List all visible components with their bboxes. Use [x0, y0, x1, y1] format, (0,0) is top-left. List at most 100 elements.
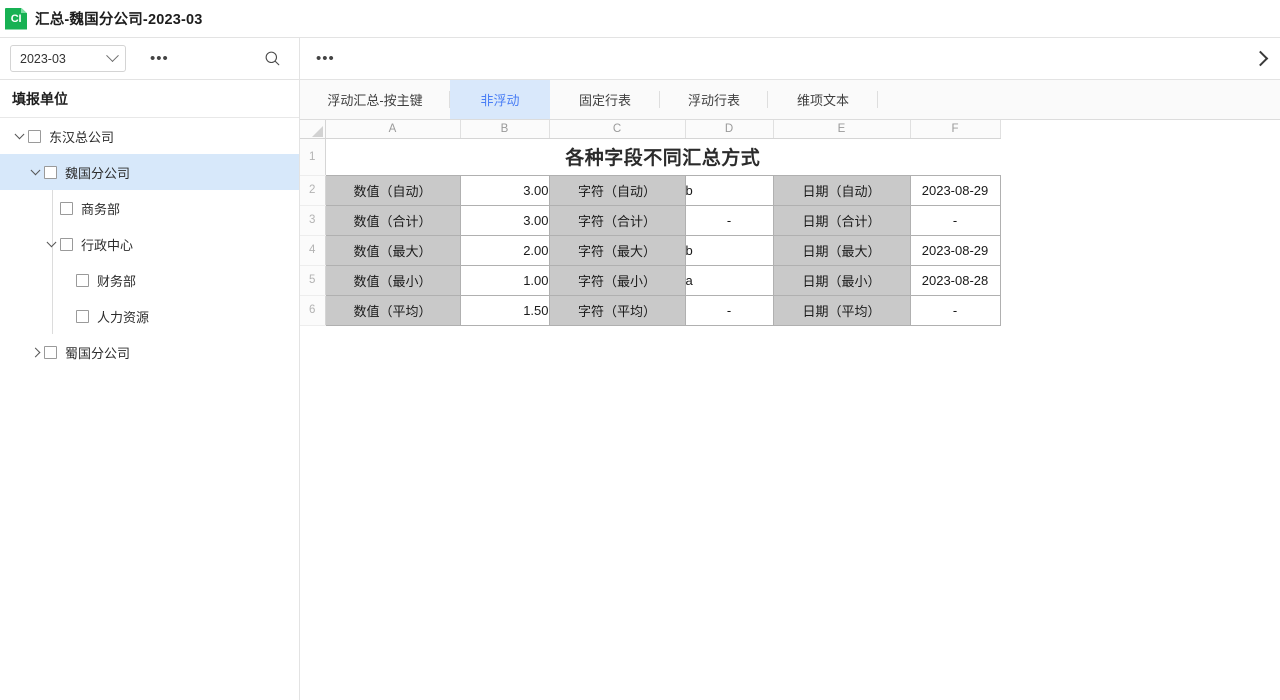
- tree-item-1[interactable]: 魏国分公司: [0, 154, 299, 190]
- row-header-3[interactable]: 3: [300, 205, 325, 235]
- cell-E3[interactable]: 日期（合计）: [773, 205, 910, 235]
- tree-twisty-placeholder: [58, 307, 76, 325]
- toolbar-right-section: •••: [300, 38, 1280, 79]
- chevron-down-icon: [106, 49, 119, 62]
- tab-label: 浮动汇总-按主键: [327, 90, 422, 109]
- sheet-title-cell[interactable]: 各种字段不同汇总方式: [325, 138, 1000, 175]
- sheet-row-6: 6数值（平均）1.50字符（平均）-日期（平均）-: [300, 295, 1000, 325]
- expand-panel-button[interactable]: [1255, 53, 1266, 64]
- cell-A6[interactable]: 数值（平均）: [325, 295, 460, 325]
- spreadsheet-grid[interactable]: ABCDEF 1各种字段不同汇总方式2数值（自动）3.00字符（自动）b日期（自…: [300, 120, 1280, 700]
- tree-item-label: 商务部: [81, 199, 120, 218]
- sheet-row-5: 5数值（最小）1.00字符（最小）a日期（最小）2023-08-28: [300, 265, 1000, 295]
- column-header-B[interactable]: B: [460, 120, 549, 138]
- column-header-D[interactable]: D: [685, 120, 773, 138]
- row-header-6[interactable]: 6: [300, 295, 325, 325]
- body-container: 填报单位 东汉总公司魏国分公司商务部行政中心财务部人力资源蜀国分公司 浮动汇总-…: [0, 80, 1280, 700]
- cell-E4[interactable]: 日期（最大）: [773, 235, 910, 265]
- cell-A2[interactable]: 数值（自动）: [325, 175, 460, 205]
- cell-C4[interactable]: 字符（最大）: [549, 235, 685, 265]
- more-options-button-right[interactable]: •••: [316, 51, 335, 66]
- cell-B3[interactable]: 3.00: [460, 205, 549, 235]
- cell-B5[interactable]: 1.00: [460, 265, 549, 295]
- tree-item-2[interactable]: 商务部: [0, 190, 299, 226]
- column-header-F[interactable]: F: [910, 120, 1000, 138]
- sheet-row-4: 4数值（最大）2.00字符（最大）b日期（最大）2023-08-29: [300, 235, 1000, 265]
- more-options-button-left[interactable]: •••: [150, 51, 169, 66]
- chevron-down-icon[interactable]: [42, 235, 60, 253]
- main-panel: 浮动汇总-按主键 非浮动 固定行表 浮动行表 维项文本 ABCDEF 1各种字段不同汇总…: [300, 80, 1280, 700]
- column-header-E[interactable]: E: [773, 120, 910, 138]
- tree-twisty-placeholder: [58, 271, 76, 289]
- tree-item-checkbox[interactable]: [60, 238, 73, 251]
- cell-B4[interactable]: 2.00: [460, 235, 549, 265]
- cell-D2[interactable]: b: [685, 175, 773, 205]
- title-bar: CI 汇总-魏国分公司-2023-03: [0, 0, 1280, 38]
- cell-D4[interactable]: b: [685, 235, 773, 265]
- cell-C2[interactable]: 字符（自动）: [549, 175, 685, 205]
- tree-guide-line: [52, 262, 53, 298]
- chevron-down-icon[interactable]: [10, 127, 28, 145]
- tab-4[interactable]: 维项文本: [768, 80, 878, 119]
- tree-item-checkbox[interactable]: [28, 130, 41, 143]
- cell-E5[interactable]: 日期（最小）: [773, 265, 910, 295]
- tree-item-checkbox[interactable]: [60, 202, 73, 215]
- period-select-value: 2023-03: [20, 52, 66, 66]
- tree-item-checkbox[interactable]: [76, 310, 89, 323]
- chevron-right-icon[interactable]: [26, 343, 44, 361]
- sheet-row-2: 2数值（自动）3.00字符（自动）b日期（自动）2023-08-29: [300, 175, 1000, 205]
- cell-E2[interactable]: 日期（自动）: [773, 175, 910, 205]
- cell-C6[interactable]: 字符（平均）: [549, 295, 685, 325]
- cell-A4[interactable]: 数值（最大）: [325, 235, 460, 265]
- tab-label: 浮动行表: [688, 90, 740, 109]
- tab-1[interactable]: 非浮动: [450, 80, 550, 119]
- tree-item-checkbox[interactable]: [44, 166, 57, 179]
- column-header-A[interactable]: A: [325, 120, 460, 138]
- tab-label: 维项文本: [797, 90, 849, 109]
- toolbar: 2023-03 ••• •••: [0, 38, 1280, 80]
- tab-separator: [877, 91, 878, 108]
- tree-item-5[interactable]: 人力资源: [0, 298, 299, 334]
- row-header-2[interactable]: 2: [300, 175, 325, 205]
- cell-B2[interactable]: 3.00: [460, 175, 549, 205]
- cell-F2[interactable]: 2023-08-29: [910, 175, 1000, 205]
- tab-bar: 浮动汇总-按主键 非浮动 固定行表 浮动行表 维项文本: [300, 80, 1280, 120]
- cell-B6[interactable]: 1.50: [460, 295, 549, 325]
- search-button[interactable]: [264, 50, 281, 67]
- tree-item-4[interactable]: 财务部: [0, 262, 299, 298]
- cell-F3[interactable]: -: [910, 205, 1000, 235]
- row-header-5[interactable]: 5: [300, 265, 325, 295]
- cell-A3[interactable]: 数值（合计）: [325, 205, 460, 235]
- tree-twisty-placeholder: [42, 199, 60, 217]
- cell-D3[interactable]: -: [685, 205, 773, 235]
- tree-item-0[interactable]: 东汉总公司: [0, 118, 299, 154]
- tree-item-label: 东汉总公司: [49, 127, 114, 146]
- cell-F6[interactable]: -: [910, 295, 1000, 325]
- tree-item-label: 行政中心: [81, 235, 133, 254]
- tab-label: 固定行表: [579, 90, 631, 109]
- chevron-down-icon[interactable]: [26, 163, 44, 181]
- tree-item-checkbox[interactable]: [44, 346, 57, 359]
- cell-A5[interactable]: 数值（最小）: [325, 265, 460, 295]
- select-all-corner[interactable]: [300, 120, 325, 138]
- tree-item-6[interactable]: 蜀国分公司: [0, 334, 299, 370]
- cell-C3[interactable]: 字符（合计）: [549, 205, 685, 235]
- tree-item-3[interactable]: 行政中心: [0, 226, 299, 262]
- cell-E6[interactable]: 日期（平均）: [773, 295, 910, 325]
- row-header-1[interactable]: 1: [300, 138, 325, 175]
- sidebar: 填报单位 东汉总公司魏国分公司商务部行政中心财务部人力资源蜀国分公司: [0, 80, 300, 700]
- column-header-C[interactable]: C: [549, 120, 685, 138]
- cell-F4[interactable]: 2023-08-29: [910, 235, 1000, 265]
- cell-F5[interactable]: 2023-08-28: [910, 265, 1000, 295]
- tab-label: 非浮动: [480, 90, 519, 109]
- tree-item-checkbox[interactable]: [76, 274, 89, 287]
- cell-D6[interactable]: -: [685, 295, 773, 325]
- cell-D5[interactable]: a: [685, 265, 773, 295]
- period-select[interactable]: 2023-03: [10, 45, 126, 72]
- row-header-4[interactable]: 4: [300, 235, 325, 265]
- cell-C5[interactable]: 字符（最小）: [549, 265, 685, 295]
- tab-0[interactable]: 浮动汇总-按主键: [300, 80, 450, 119]
- tab-3[interactable]: 浮动行表: [660, 80, 768, 119]
- sheet-row-1: 1各种字段不同汇总方式: [300, 138, 1000, 175]
- tab-2[interactable]: 固定行表: [550, 80, 660, 119]
